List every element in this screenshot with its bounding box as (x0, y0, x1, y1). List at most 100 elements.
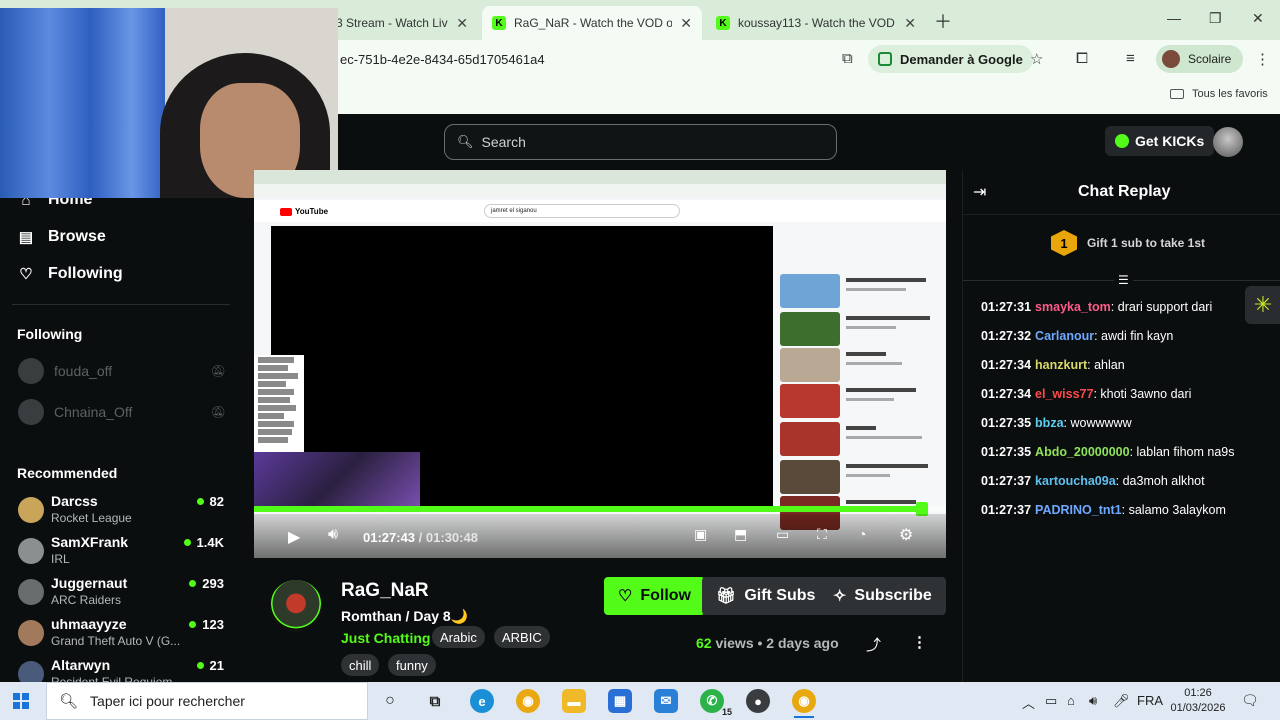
pinned-expand-icon[interactable]: ☰ (1114, 273, 1133, 287)
translate-icon[interactable]: ⧉ (842, 50, 853, 67)
live-dot-icon (196, 498, 204, 505)
youtube-recommendations (780, 226, 946, 530)
time-display: 01:27:43 / 01:30:48 (363, 530, 478, 545)
taskbar-clock[interactable]: 01:26 01/03/2026 (1170, 686, 1226, 716)
follow-button[interactable]: ♡ Follow (604, 577, 705, 615)
task-view-icon[interactable]: ⧉ (423, 689, 447, 713)
ask-google-button[interactable]: Demander à Google (868, 45, 1033, 73)
edge-icon[interactable]: e (470, 689, 494, 713)
whatsapp-icon[interactable]: ✆ 15 (700, 689, 732, 717)
collapse-chat-icon[interactable]: ⇥ (973, 182, 986, 202)
volume-icon[interactable]: 🔊︎ (328, 526, 338, 544)
store-icon[interactable]: ▦ (608, 689, 632, 713)
chat-message: 01:27:34 hanzkurt: ahlan (981, 358, 1125, 372)
fullscreen-icon[interactable]: ⛶ (817, 526, 827, 543)
volume-tray-icon[interactable]: 🔊︎ (1089, 693, 1097, 709)
nav-browse[interactable]: ▤ Browse (18, 228, 106, 246)
clip-icon[interactable]: ▣ (694, 526, 707, 543)
more-options-icon[interactable]: ⋮ (912, 633, 927, 651)
views-and-age: 62 views • 2 days ago (696, 635, 839, 651)
nav-following[interactable]: ♡ Following (18, 265, 122, 283)
gift-subs-button[interactable]: 🎁︎ Gift Subs (702, 577, 830, 615)
close-tab-icon[interactable]: ✕ (680, 15, 692, 32)
tag-arbic[interactable]: ARBIC (494, 626, 550, 648)
share-clip-icon[interactable]: ⬒ (734, 526, 747, 543)
taskbar-search-input[interactable]: 🔍︎ Taper ici pour rechercher (46, 682, 368, 720)
recommended-channel-juggernaut[interactable]: Juggernaut ARC Raiders 293 (18, 575, 224, 611)
tag-chill[interactable]: chill (341, 654, 380, 676)
gift-icon: 🎁︎ (716, 588, 737, 605)
file-explorer-icon[interactable]: ▬ (562, 689, 586, 713)
restore-icon[interactable]: ❐ (1209, 10, 1222, 27)
chrome-active-icon[interactable]: ◉ (792, 689, 816, 718)
tag-arabic[interactable]: Arabic (432, 626, 485, 648)
viewer-count: 21 (196, 658, 224, 673)
avatar (1162, 50, 1180, 68)
recorder-icon[interactable]: ● (746, 689, 770, 713)
stream-title: Romthan / Day 8🌙 (341, 608, 469, 624)
settings-gear-icon[interactable]: ⚙ (899, 525, 913, 545)
theater-mode-icon[interactable]: ▭ (776, 526, 789, 543)
extensions-icon[interactable]: ⧠ (1076, 50, 1088, 67)
get-kicks-button[interactable]: Get KICKs (1105, 126, 1215, 156)
windows-start-icon[interactable] (13, 693, 29, 709)
close-window-icon[interactable]: ✕ (1252, 10, 1264, 27)
recommended-channel-darcss[interactable]: Darcss Rocket League 82 (18, 493, 224, 529)
recommended-section-title: Recommended (17, 465, 118, 481)
network-icon[interactable]: ⌂ (1067, 693, 1075, 708)
chrome-icon[interactable]: ◉ (516, 689, 540, 713)
bookmark-star-icon[interactable]: ☆ (1030, 50, 1043, 68)
video-player[interactable]: YouTube jamret el siganou ▶ 🔊︎ 01:27:43 … (254, 170, 946, 558)
minimize-icon[interactable]: — (1167, 10, 1181, 26)
battery-icon[interactable]: ▭ (1045, 693, 1057, 709)
following-channel-fouda[interactable]: fouda_off 🔕︎ (18, 358, 226, 384)
close-tab-icon[interactable]: ✕ (904, 15, 916, 32)
live-dot-icon (196, 662, 204, 669)
profile-button[interactable]: Scolaire (1156, 45, 1244, 73)
left-sidebar: ⌂ Home ▤ Browse ♡ Following Following fo… (0, 191, 240, 689)
avatar (18, 497, 44, 523)
tray-expand-icon[interactable]: ︿ (1022, 693, 1035, 712)
viewer-count: 293 (189, 576, 224, 591)
notifications-icon[interactable]: 🗨︎ (1241, 692, 1259, 709)
channel-avatar[interactable] (270, 580, 322, 632)
following-channel-chnaina[interactable]: Chnaina_Off 🔕︎ (18, 399, 226, 425)
tag-funny[interactable]: funny (388, 654, 436, 676)
notifications-off-icon: 🔕︎ (210, 405, 226, 419)
new-tab-icon[interactable]: ＋ (934, 8, 952, 34)
media-control-icon[interactable]: ≡ (1126, 50, 1135, 67)
category-link[interactable]: Just Chatting (341, 630, 430, 646)
channel-name[interactable]: RaG_NaR (341, 580, 429, 602)
chat-divider (963, 214, 1280, 215)
microphone-icon[interactable]: 🎤︎ (1113, 693, 1130, 709)
search-icon: 🔍︎ (59, 693, 79, 710)
extension-sparkle-icon[interactable]: ✳ (1245, 286, 1280, 324)
subscribe-button[interactable]: ✧ Subscribe (819, 577, 946, 615)
language-indicator[interactable]: FRA (1137, 693, 1163, 708)
user-avatar[interactable] (1213, 127, 1243, 157)
gift-leaderboard-banner[interactable]: 1 Gift 1 sub to take 1st (1051, 230, 1205, 256)
all-bookmarks-button[interactable]: Tous les favoris (1170, 88, 1268, 100)
youtube-header: YouTube jamret el siganou (254, 200, 946, 222)
speed-icon[interactable]: ◔ (858, 526, 866, 542)
chat-message: 01:27:37 PADRINO_tnt1: salamo 3alaykom (981, 503, 1226, 517)
windows-taskbar: 🔍︎ Taper ici pour rechercher ○ ⧉ e ◉ ▬ ▦… (0, 682, 1280, 720)
menu-dots-icon[interactable]: ⋮ (1255, 50, 1270, 68)
heart-icon: ♡ (19, 266, 33, 283)
recommended-channel-uhmaayyze[interactable]: uhmaayyze Grand Theft Auto V (G... 123 (18, 616, 224, 652)
url-field[interactable]: ec-751b-4e2e-8434-65d1705461a4 (340, 52, 545, 67)
close-tab-icon[interactable]: ✕ (456, 15, 468, 32)
heart-icon: ♡ (618, 588, 633, 605)
embedded-webcam (254, 452, 420, 508)
cortana-icon[interactable]: ○ (378, 689, 402, 713)
browser-tab-ragnar[interactable]: K RaG_NaR - Watch the VOD on K ✕ (482, 6, 702, 40)
browser-tab-koussay[interactable]: K koussay113 - Watch the VOD o ✕ (706, 6, 926, 40)
recommended-channel-samxfrank[interactable]: SamXFrank IRL 1.4K (18, 534, 224, 570)
live-dot-icon (189, 580, 197, 587)
chat-title: Chat Replay (1078, 183, 1171, 200)
search-input[interactable]: 🔍︎ Search (444, 124, 837, 160)
play-icon[interactable]: ▶ (288, 527, 300, 547)
share-icon[interactable]: ⤴ (866, 634, 881, 655)
browser-tab-stream[interactable]: 3 Stream - Watch Live ✕ (326, 6, 478, 40)
mail-icon[interactable]: ✉ (654, 689, 678, 713)
